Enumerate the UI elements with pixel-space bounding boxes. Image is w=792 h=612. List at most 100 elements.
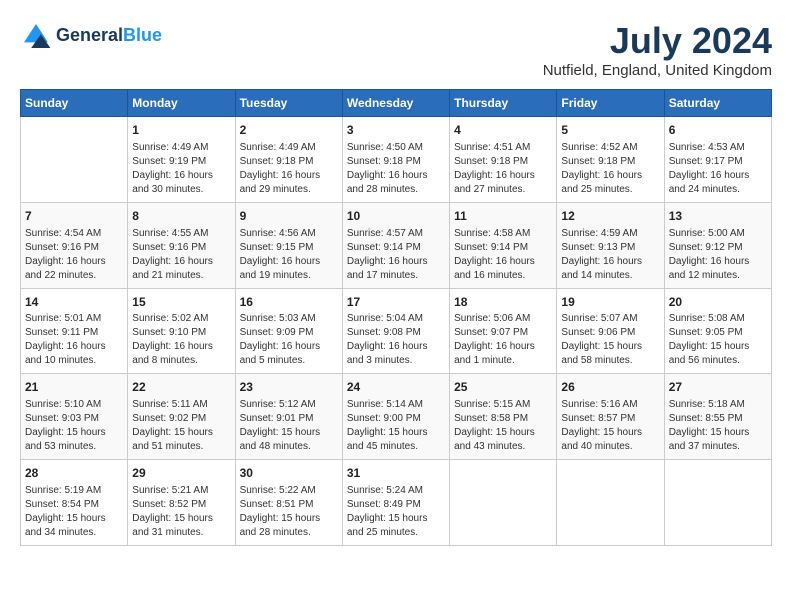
day-info: Sunrise: 4:50 AM Sunset: 9:18 PM Dayligh… [347, 141, 445, 197]
day-cell: 30 Sunrise: 5:22 AM Sunset: 8:51 PM Dayli… [235, 460, 342, 546]
day-cell: 17Sunrise: 5:04 AM Sunset: 9:08 PM Dayli… [342, 288, 449, 374]
day-number: 31 [347, 465, 445, 482]
day-number: 14 [25, 294, 123, 311]
day-number: 29 [132, 465, 230, 482]
day-cell: 8 Sunrise: 4:55 AM Sunset: 9:16 PM Daylig… [128, 202, 235, 288]
day-number: 4 [454, 122, 552, 139]
day-cell [450, 460, 557, 546]
day-info: Sunrise: 4:49 AM Sunset: 9:18 PM Dayligh… [240, 141, 338, 197]
day-number: 24 [347, 379, 445, 396]
header-friday: Friday [557, 90, 664, 117]
logo: GeneralBlue [20, 20, 162, 52]
week-row-5: 28Sunrise: 5:19 AM Sunset: 8:54 PM Dayli… [21, 460, 772, 546]
header-tuesday: Tuesday [235, 90, 342, 117]
day-number: 6 [669, 122, 767, 139]
day-info: Sunrise: 5:14 AM Sunset: 9:00 PM Dayligh… [347, 398, 445, 454]
day-cell: 20Sunrise: 5:08 AM Sunset: 9:05 PM Dayli… [664, 288, 771, 374]
day-info: Sunrise: 5:04 AM Sunset: 9:08 PM Dayligh… [347, 312, 445, 368]
day-number: 12 [561, 208, 659, 225]
day-cell: 21 Sunrise: 5:10 AM Sunset: 9:03 PM Dayli… [21, 374, 128, 460]
day-info: Sunrise: 5:08 AM Sunset: 9:05 PM Dayligh… [669, 312, 767, 368]
day-info: Sunrise: 4:49 AM Sunset: 9:19 PM Dayligh… [132, 141, 230, 197]
day-info: Sunrise: 5:06 AM Sunset: 9:07 PM Dayligh… [454, 312, 552, 368]
day-cell: 6 Sunrise: 4:53 AM Sunset: 9:17 PM Daylig… [664, 117, 771, 203]
day-number: 7 [25, 208, 123, 225]
day-cell: 31Sunrise: 5:24 AM Sunset: 8:49 PM Dayli… [342, 460, 449, 546]
day-info: Sunrise: 5:02 AM Sunset: 9:10 PM Dayligh… [132, 312, 230, 368]
day-number: 5 [561, 122, 659, 139]
day-cell: 9 Sunrise: 4:56 AM Sunset: 9:15 PM Daylig… [235, 202, 342, 288]
header-thursday: Thursday [450, 90, 557, 117]
calendar-header-row: SundayMondayTuesdayWednesdayThursdayFrid… [21, 90, 772, 117]
day-number: 23 [240, 379, 338, 396]
day-cell: 29 Sunrise: 5:21 AM Sunset: 8:52 PM Dayli… [128, 460, 235, 546]
day-number: 9 [240, 208, 338, 225]
day-cell: 5Sunrise: 4:52 AM Sunset: 9:18 PM Daylig… [557, 117, 664, 203]
day-number: 20 [669, 294, 767, 311]
week-row-2: 7 Sunrise: 4:54 AM Sunset: 9:16 PM Daylig… [21, 202, 772, 288]
day-info: Sunrise: 5:12 AM Sunset: 9:01 PM Dayligh… [240, 398, 338, 454]
day-info: Sunrise: 5:15 AM Sunset: 8:58 PM Dayligh… [454, 398, 552, 454]
day-info: Sunrise: 4:56 AM Sunset: 9:15 PM Dayligh… [240, 227, 338, 283]
day-number: 27 [669, 379, 767, 396]
day-info: Sunrise: 4:58 AM Sunset: 9:14 PM Dayligh… [454, 227, 552, 283]
day-info: Sunrise: 5:22 AM Sunset: 8:51 PM Dayligh… [240, 484, 338, 540]
day-info: Sunrise: 5:03 AM Sunset: 9:09 PM Dayligh… [240, 312, 338, 368]
day-info: Sunrise: 5:00 AM Sunset: 9:12 PM Dayligh… [669, 227, 767, 283]
day-info: Sunrise: 4:54 AM Sunset: 9:16 PM Dayligh… [25, 227, 123, 283]
day-cell: 23 Sunrise: 5:12 AM Sunset: 9:01 PM Dayli… [235, 374, 342, 460]
day-cell: 13Sunrise: 5:00 AM Sunset: 9:12 PM Dayli… [664, 202, 771, 288]
day-cell: 10 Sunrise: 4:57 AM Sunset: 9:14 PM Dayli… [342, 202, 449, 288]
week-row-1: 1Sunrise: 4:49 AM Sunset: 9:19 PM Daylig… [21, 117, 772, 203]
day-info: Sunrise: 5:07 AM Sunset: 9:06 PM Dayligh… [561, 312, 659, 368]
day-cell: 28Sunrise: 5:19 AM Sunset: 8:54 PM Dayli… [21, 460, 128, 546]
day-cell: 12 Sunrise: 4:59 AM Sunset: 9:13 PM Dayli… [557, 202, 664, 288]
header-saturday: Saturday [664, 90, 771, 117]
location: Nutfield, England, United Kingdom [543, 62, 772, 79]
day-cell: 22 Sunrise: 5:11 AM Sunset: 9:02 PM Dayli… [128, 374, 235, 460]
day-number: 15 [132, 294, 230, 311]
day-info: Sunrise: 4:55 AM Sunset: 9:16 PM Dayligh… [132, 227, 230, 283]
day-cell: 3 Sunrise: 4:50 AM Sunset: 9:18 PM Daylig… [342, 117, 449, 203]
day-number: 2 [240, 122, 338, 139]
day-number: 22 [132, 379, 230, 396]
day-number: 30 [240, 465, 338, 482]
day-number: 8 [132, 208, 230, 225]
day-number: 11 [454, 208, 552, 225]
day-info: Sunrise: 4:53 AM Sunset: 9:17 PM Dayligh… [669, 141, 767, 197]
day-cell [557, 460, 664, 546]
day-number: 21 [25, 379, 123, 396]
page-header: GeneralBlue July 2024 Nutfield, England,… [20, 20, 772, 79]
week-row-3: 14Sunrise: 5:01 AM Sunset: 9:11 PM Dayli… [21, 288, 772, 374]
day-cell: 19Sunrise: 5:07 AM Sunset: 9:06 PM Dayli… [557, 288, 664, 374]
day-cell: 25Sunrise: 5:15 AM Sunset: 8:58 PM Dayli… [450, 374, 557, 460]
day-cell: 27 Sunrise: 5:18 AM Sunset: 8:55 PM Dayli… [664, 374, 771, 460]
title-block: July 2024 Nutfield, England, United King… [543, 20, 772, 79]
day-number: 26 [561, 379, 659, 396]
day-cell: 4 Sunrise: 4:51 AM Sunset: 9:18 PM Daylig… [450, 117, 557, 203]
day-number: 3 [347, 122, 445, 139]
day-info: Sunrise: 4:59 AM Sunset: 9:13 PM Dayligh… [561, 227, 659, 283]
day-cell: 1Sunrise: 4:49 AM Sunset: 9:19 PM Daylig… [128, 117, 235, 203]
day-cell: 16Sunrise: 5:03 AM Sunset: 9:09 PM Dayli… [235, 288, 342, 374]
day-info: Sunrise: 5:16 AM Sunset: 8:57 PM Dayligh… [561, 398, 659, 454]
day-info: Sunrise: 5:11 AM Sunset: 9:02 PM Dayligh… [132, 398, 230, 454]
day-cell: 24 Sunrise: 5:14 AM Sunset: 9:00 PM Dayli… [342, 374, 449, 460]
day-number: 19 [561, 294, 659, 311]
day-cell [21, 117, 128, 203]
day-info: Sunrise: 5:21 AM Sunset: 8:52 PM Dayligh… [132, 484, 230, 540]
day-info: Sunrise: 5:18 AM Sunset: 8:55 PM Dayligh… [669, 398, 767, 454]
day-number: 10 [347, 208, 445, 225]
logo-icon [20, 20, 52, 52]
day-cell: 2 Sunrise: 4:49 AM Sunset: 9:18 PM Daylig… [235, 117, 342, 203]
day-cell: 14Sunrise: 5:01 AM Sunset: 9:11 PM Dayli… [21, 288, 128, 374]
day-info: Sunrise: 5:10 AM Sunset: 9:03 PM Dayligh… [25, 398, 123, 454]
day-cell: 7 Sunrise: 4:54 AM Sunset: 9:16 PM Daylig… [21, 202, 128, 288]
day-number: 16 [240, 294, 338, 311]
calendar-table: SundayMondayTuesdayWednesdayThursdayFrid… [20, 89, 772, 546]
day-info: Sunrise: 4:57 AM Sunset: 9:14 PM Dayligh… [347, 227, 445, 283]
day-cell: 18Sunrise: 5:06 AM Sunset: 9:07 PM Dayli… [450, 288, 557, 374]
day-info: Sunrise: 5:01 AM Sunset: 9:11 PM Dayligh… [25, 312, 123, 368]
day-info: Sunrise: 4:51 AM Sunset: 9:18 PM Dayligh… [454, 141, 552, 197]
day-cell: 26 Sunrise: 5:16 AM Sunset: 8:57 PM Dayli… [557, 374, 664, 460]
